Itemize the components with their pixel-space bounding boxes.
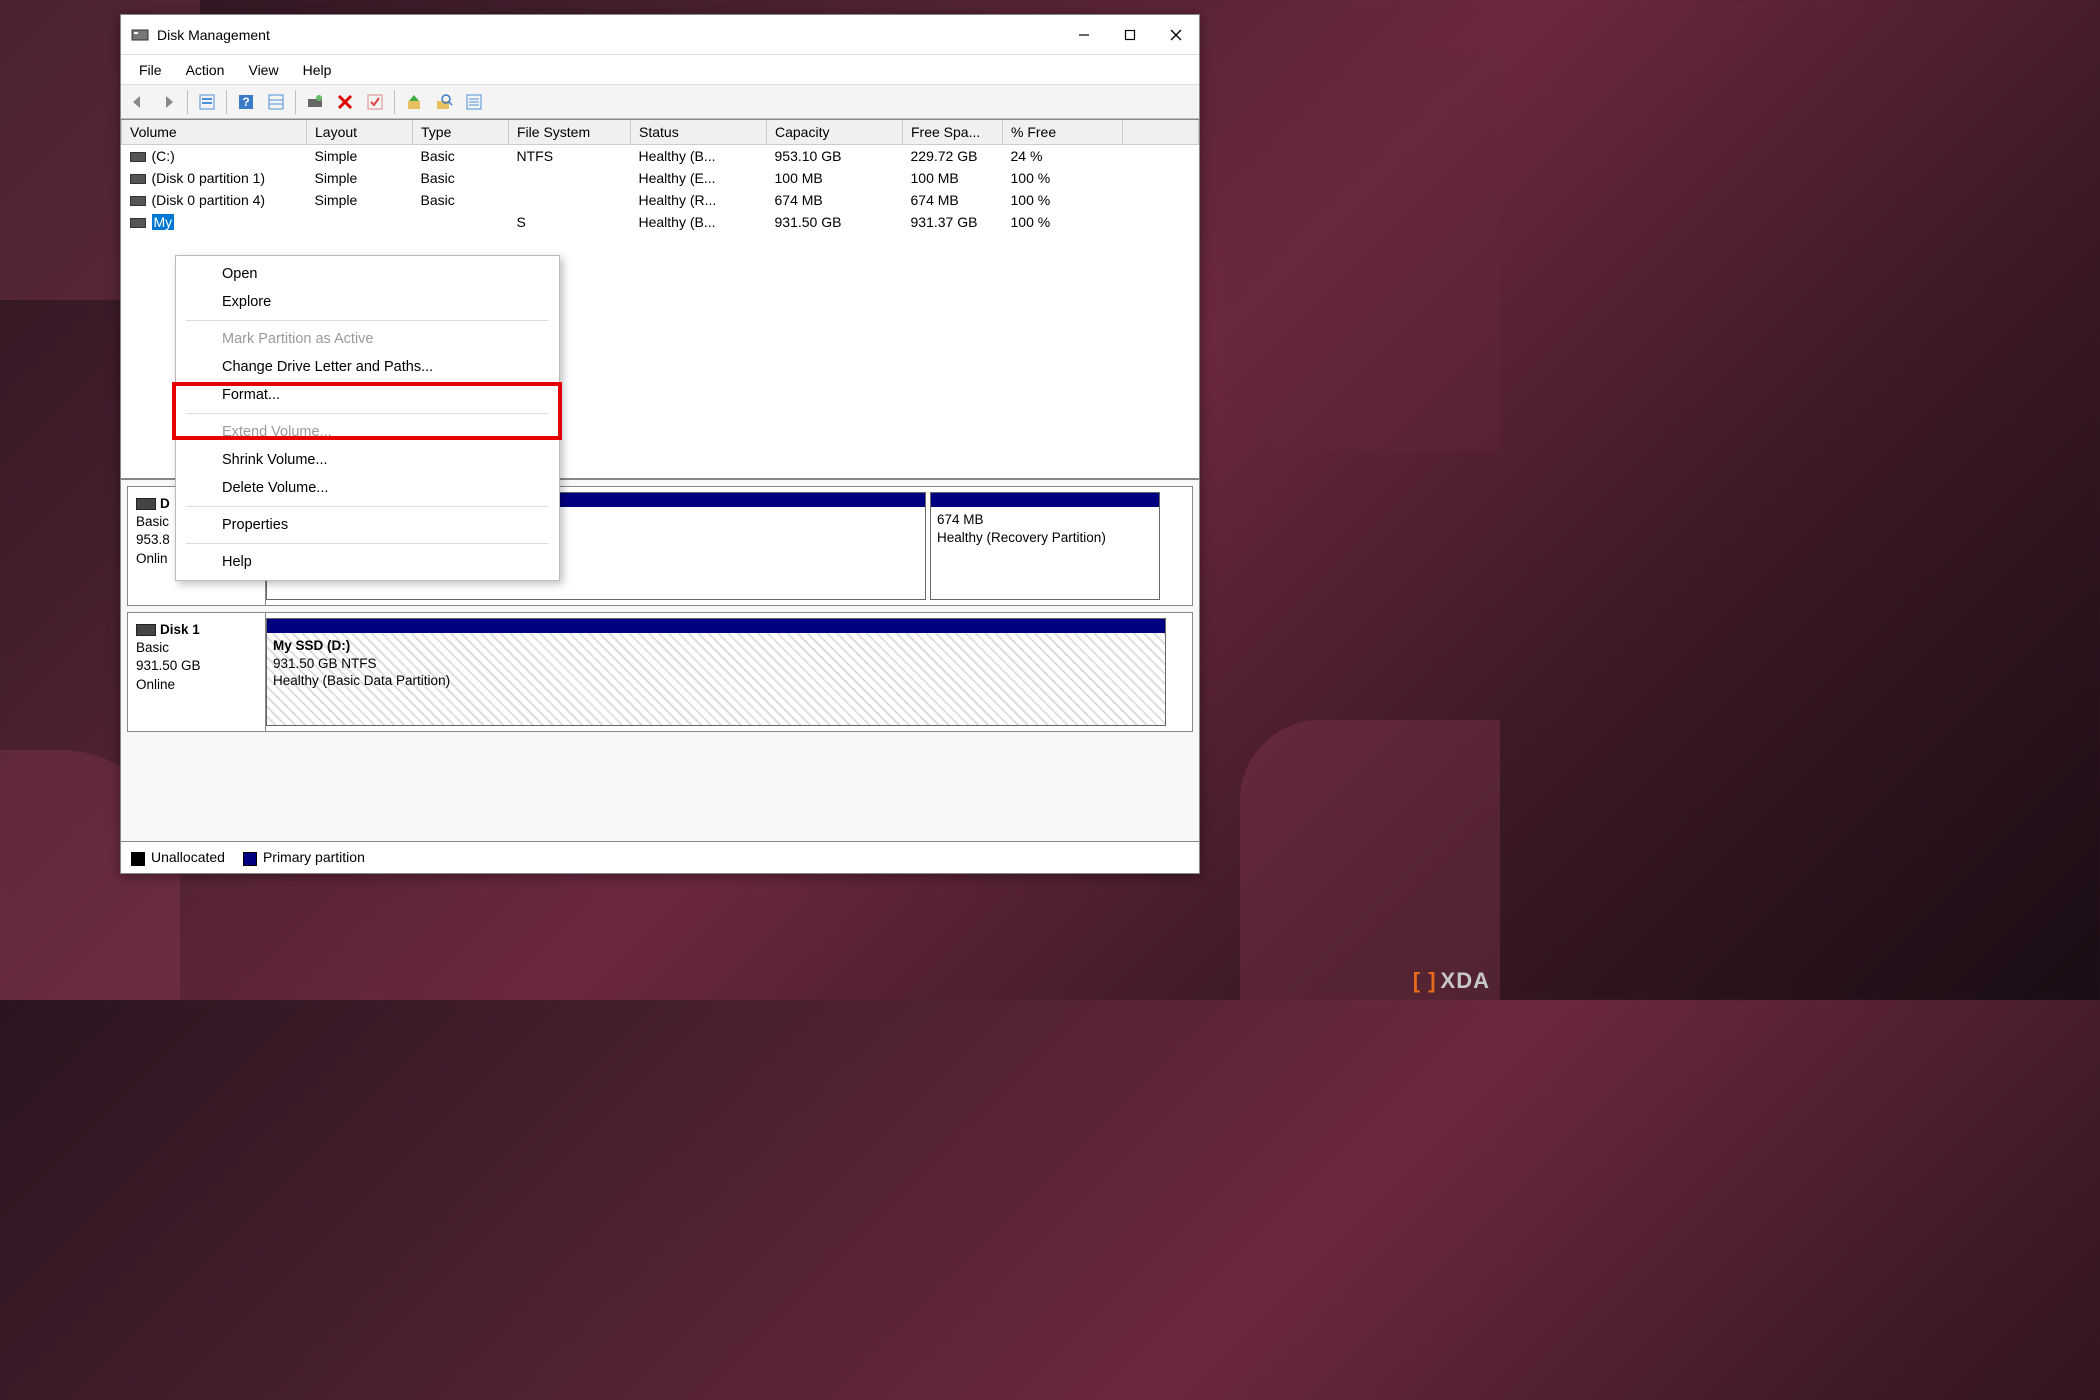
menu-separator bbox=[186, 320, 549, 321]
watermark: [ ] XDA bbox=[1413, 968, 1490, 994]
table-row[interactable]: (Disk 0 partition 4)SimpleBasicHealthy (… bbox=[122, 189, 1199, 211]
refresh-icon[interactable] bbox=[302, 89, 328, 115]
window-title: Disk Management bbox=[157, 27, 1061, 43]
partition[interactable]: 674 MBHealthy (Recovery Partition) bbox=[930, 492, 1160, 600]
background-decoration bbox=[1240, 720, 1500, 1000]
col-type[interactable]: Type bbox=[413, 120, 509, 145]
menu-item-shrink-volume[interactable]: Shrink Volume... bbox=[176, 446, 559, 474]
watermark-text: XDA bbox=[1441, 968, 1490, 994]
menu-item-delete-volume[interactable]: Delete Volume... bbox=[176, 474, 559, 502]
menu-item-properties[interactable]: Properties bbox=[176, 511, 559, 539]
col-status[interactable]: Status bbox=[631, 120, 767, 145]
toolbar: ? bbox=[121, 85, 1199, 119]
menu-item-explore[interactable]: Explore bbox=[176, 288, 559, 316]
table-row[interactable]: (C:)SimpleBasicNTFSHealthy (B...953.10 G… bbox=[122, 145, 1199, 168]
table-header-row[interactable]: Volume Layout Type File System Status Ca… bbox=[122, 120, 1199, 145]
legend-primary: Primary partition bbox=[243, 849, 365, 865]
menu-item-format[interactable]: Format... bbox=[176, 381, 559, 409]
disk-icon bbox=[136, 624, 156, 636]
menu-help[interactable]: Help bbox=[291, 59, 344, 81]
menu-separator bbox=[186, 413, 549, 414]
svg-text:?: ? bbox=[242, 95, 249, 109]
bracket-icon: [ ] bbox=[1413, 968, 1437, 994]
help-icon[interactable]: ? bbox=[233, 89, 259, 115]
check-icon[interactable] bbox=[362, 89, 388, 115]
legend-unallocated: Unallocated bbox=[131, 849, 225, 865]
app-icon bbox=[131, 26, 149, 44]
menu-item-change-drive-letter-and-paths[interactable]: Change Drive Letter and Paths... bbox=[176, 353, 559, 381]
volume-table[interactable]: Volume Layout Type File System Status Ca… bbox=[121, 120, 1199, 233]
properties-icon[interactable] bbox=[194, 89, 220, 115]
volume-icon bbox=[130, 196, 146, 206]
background-decoration bbox=[1220, 50, 1500, 450]
col-pctfree[interactable]: % Free bbox=[1003, 120, 1123, 145]
forward-icon[interactable] bbox=[155, 89, 181, 115]
menubar: File Action View Help bbox=[121, 55, 1199, 85]
disk-icon bbox=[136, 498, 156, 510]
back-icon[interactable] bbox=[125, 89, 151, 115]
table-row[interactable]: MySHealthy (B...931.50 GB931.37 GB100 % bbox=[122, 211, 1199, 233]
disk-info: Disk 1Basic931.50 GBOnline bbox=[128, 613, 266, 731]
partition[interactable]: My SSD (D:)931.50 GB NTFSHealthy (Basic … bbox=[266, 618, 1166, 726]
disk-row[interactable]: Disk 1Basic931.50 GBOnlineMy SSD (D:)931… bbox=[127, 612, 1193, 732]
menu-action[interactable]: Action bbox=[174, 59, 237, 81]
col-capacity[interactable]: Capacity bbox=[767, 120, 903, 145]
table-row[interactable]: (Disk 0 partition 1)SimpleBasicHealthy (… bbox=[122, 167, 1199, 189]
menu-separator bbox=[186, 506, 549, 507]
partition-container: My SSD (D:)931.50 GB NTFSHealthy (Basic … bbox=[266, 613, 1192, 731]
legend: Unallocated Primary partition bbox=[121, 841, 1199, 873]
list-icon[interactable] bbox=[461, 89, 487, 115]
detail-icon[interactable] bbox=[263, 89, 289, 115]
up-icon[interactable] bbox=[401, 89, 427, 115]
col-volume[interactable]: Volume bbox=[122, 120, 307, 145]
col-filesystem[interactable]: File System bbox=[509, 120, 631, 145]
context-menu: OpenExplore Mark Partition as ActiveChang… bbox=[175, 255, 560, 581]
menu-file[interactable]: File bbox=[127, 59, 174, 81]
menu-item-mark-partition-as-active: Mark Partition as Active bbox=[176, 325, 559, 353]
volume-icon bbox=[130, 174, 146, 184]
menu-separator bbox=[186, 543, 549, 544]
menu-item-help[interactable]: Help bbox=[176, 548, 559, 576]
search-icon[interactable] bbox=[431, 89, 457, 115]
col-layout[interactable]: Layout bbox=[307, 120, 413, 145]
close-button[interactable] bbox=[1153, 15, 1199, 55]
col-free[interactable]: Free Spa... bbox=[903, 120, 1003, 145]
maximize-button[interactable] bbox=[1107, 15, 1153, 55]
titlebar[interactable]: Disk Management bbox=[121, 15, 1199, 55]
menu-item-open[interactable]: Open bbox=[176, 260, 559, 288]
minimize-button[interactable] bbox=[1061, 15, 1107, 55]
menu-view[interactable]: View bbox=[236, 59, 290, 81]
delete-icon[interactable] bbox=[332, 89, 358, 115]
volume-icon bbox=[130, 152, 146, 162]
volume-icon bbox=[130, 218, 146, 228]
menu-item-extend-volume: Extend Volume... bbox=[176, 418, 559, 446]
